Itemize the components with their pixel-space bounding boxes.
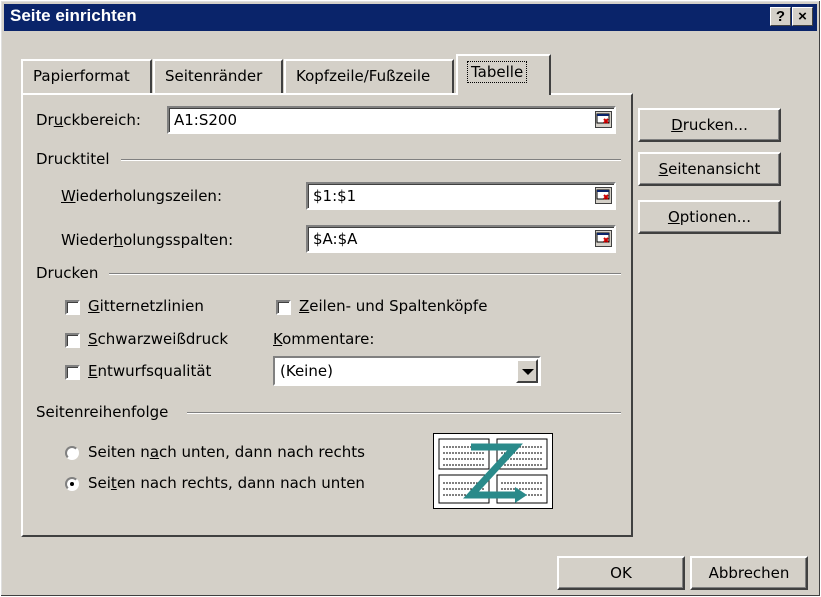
options-button[interactable]: Optionen... [638,200,781,234]
group-divider [187,412,621,414]
repeat-cols-label: Wiederholungsspalten: [61,231,234,249]
repeat-rows-label: Wiederholungszeilen: [61,187,222,205]
tab-tabelle[interactable]: Tabelle [456,54,551,95]
page-setup-dialog: Seite einrichten ? × Papierformat Seiten… [0,0,821,597]
dialog-title: Seite einrichten [10,6,137,25]
down-then-over-label: Seiten nach unten, dann nach rechts [88,443,365,461]
row-col-headings-label: Zeilen- und Spaltenköpfe [299,297,488,315]
tab-label: Papierformat [33,67,130,85]
close-button[interactable]: × [792,7,813,26]
help-button[interactable]: ? [770,7,791,26]
group-divider [121,159,621,161]
print-button[interactable]: Drucken... [638,108,781,142]
draft-quality-checkbox[interactable] [65,365,80,380]
over-then-down-label: Seiten nach rechts, dann nach unten [88,474,365,492]
cancel-button[interactable]: Abbrechen [690,556,808,590]
range-select-icon[interactable] [595,230,612,247]
print-group-label: Drucken [36,264,99,282]
over-then-down-radio[interactable] [65,477,79,491]
comments-label: Kommentare: [273,330,375,348]
chevron-down-icon[interactable] [516,359,538,383]
page-order-preview-icon [433,433,553,509]
tab-kopfzeile-fusszeile[interactable]: Kopfzeile/Fußzeile [284,59,454,93]
row-col-headings-checkbox[interactable] [276,300,291,315]
tab-label: Seitenränder [165,67,263,85]
repeat-cols-input[interactable]: $A:$A [306,225,616,253]
tab-seitenraender[interactable]: Seitenränder [153,59,283,93]
repeat-cols-value: $A:$A [313,230,358,248]
comments-select[interactable]: (Keine) [273,356,541,386]
tab-label: Tabelle [466,61,528,83]
print-titles-group-label: Drucktitel [36,150,110,168]
repeat-rows-input[interactable]: $1:$1 [306,182,616,210]
tab-label: Kopfzeile/Fußzeile [296,67,431,85]
print-area-label: Druckbereich: [36,111,141,129]
print-area-input[interactable]: A1:S200 [167,106,616,134]
gridlines-checkbox[interactable] [65,300,80,315]
print-preview-button[interactable]: Seitenansicht [638,152,781,186]
draft-quality-label: Entwurfsqualität [88,362,212,380]
range-select-icon[interactable] [595,111,612,128]
black-white-checkbox[interactable] [65,333,80,348]
title-bar[interactable]: Seite einrichten ? × [4,4,817,31]
black-white-label: Schwarzweißdruck [88,330,229,348]
group-divider [109,273,621,275]
comments-select-value: (Keine) [280,362,333,380]
repeat-rows-value: $1:$1 [313,187,357,205]
range-select-icon[interactable] [595,187,612,204]
page-order-group-label: Seitenreihenfolge [36,403,169,421]
tab-papierformat[interactable]: Papierformat [21,59,152,93]
ok-button[interactable]: OK [557,556,685,590]
print-area-value: A1:S200 [174,111,238,129]
down-then-over-radio[interactable] [65,446,79,460]
gridlines-label: Gitternetzlinien [88,297,204,315]
